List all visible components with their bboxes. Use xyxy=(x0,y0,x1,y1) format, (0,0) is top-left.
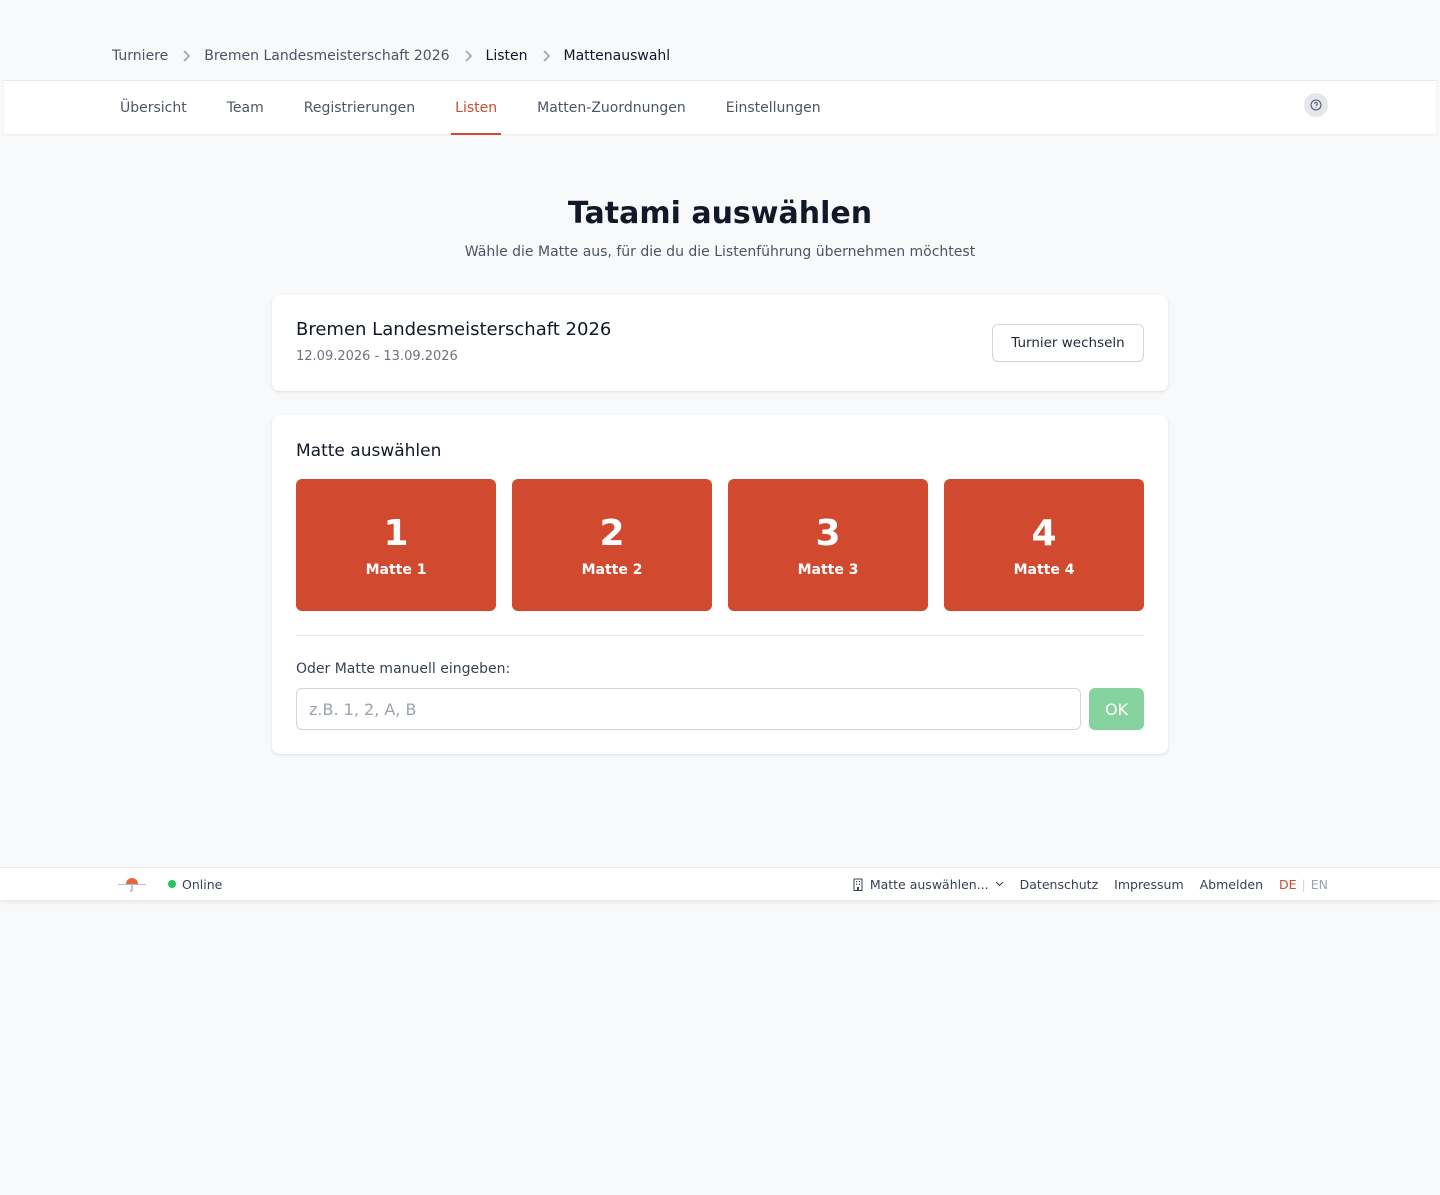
page-title: Tatami auswählen xyxy=(567,196,873,231)
tournament-card: Bremen Landesmeisterschaft 2026 12.09.20… xyxy=(272,295,1168,391)
building-icon xyxy=(852,878,864,891)
mat-number: 1 xyxy=(383,513,409,554)
footer-bar: Online Matte auswählen... Datenschutz Im… xyxy=(0,867,1440,900)
manual-mat-label: Oder Matte manuell eingeben: xyxy=(296,661,511,677)
breadcrumb-listen[interactable]: Listen xyxy=(486,48,528,64)
page-subtitle: Wähle die Matte aus, für die du die List… xyxy=(464,244,976,260)
mat-selection-card: Matte auswählen 1 Matte 1 2 Matte 2 3 Ma… xyxy=(272,415,1168,754)
tab-einstellungen[interactable]: Einstellungen xyxy=(722,81,825,135)
tab-team[interactable]: Team xyxy=(223,81,268,135)
footer-link-impressum[interactable]: Impressum xyxy=(1114,877,1183,892)
footer-mat-select[interactable]: Matte auswählen... xyxy=(852,877,1004,892)
question-circle-icon xyxy=(1310,99,1322,111)
mat-label: Matte 4 xyxy=(1013,562,1075,578)
mat-number: 3 xyxy=(815,513,841,554)
mat-label: Matte 1 xyxy=(365,562,427,578)
manual-mat-input[interactable] xyxy=(296,688,1081,730)
lang-en[interactable]: EN xyxy=(1311,877,1328,892)
lang-de[interactable]: DE xyxy=(1279,877,1297,892)
tab-matten-zuordnungen[interactable]: Matten-Zuordnungen xyxy=(533,81,690,135)
breadcrumb-current: Mattenauswahl xyxy=(563,48,671,64)
breadcrumb-turniere[interactable]: Turniere xyxy=(112,48,168,64)
footer-link-datenschutz[interactable]: Datenschutz xyxy=(1020,877,1099,892)
mat-number: 2 xyxy=(599,513,625,554)
app-logo-icon xyxy=(117,876,147,894)
tab-navigation: Übersicht Team Registrierungen Listen Ma… xyxy=(4,80,1436,135)
footer-mat-select-label: Matte auswählen... xyxy=(869,876,989,892)
tournament-dates: 12.09.2026 - 13.09.2026 xyxy=(296,349,458,364)
ok-button[interactable]: OK xyxy=(1089,688,1144,730)
chevron-right-icon xyxy=(182,50,191,62)
tab-uebersicht[interactable]: Übersicht xyxy=(116,81,191,135)
lang-separator: | xyxy=(1301,876,1306,892)
chevron-down-icon xyxy=(995,881,1004,887)
footer-link-abmelden[interactable]: Abmelden xyxy=(1200,877,1263,892)
mat-3-button[interactable]: 3 Matte 3 xyxy=(728,479,928,611)
connection-status: Online xyxy=(168,868,222,900)
breadcrumb-tournament[interactable]: Bremen Landesmeisterschaft 2026 xyxy=(204,48,449,64)
help-button[interactable] xyxy=(1304,93,1328,117)
mat-selection-title: Matte auswählen xyxy=(296,441,442,461)
language-switcher: DE | EN xyxy=(1279,877,1328,892)
tab-registrierungen[interactable]: Registrierungen xyxy=(300,81,419,135)
status-text: Online xyxy=(182,876,223,892)
tournament-name: Bremen Landesmeisterschaft 2026 xyxy=(296,319,612,340)
mat-label: Matte 2 xyxy=(581,562,643,578)
mat-1-button[interactable]: 1 Matte 1 xyxy=(296,479,496,611)
mat-grid: 1 Matte 1 2 Matte 2 3 Matte 3 4 Matte 4 xyxy=(296,479,1144,611)
chevron-right-icon xyxy=(464,50,472,62)
divider xyxy=(296,635,1144,636)
mat-label: Matte 3 xyxy=(797,562,859,578)
mat-2-button[interactable]: 2 Matte 2 xyxy=(512,479,712,611)
breadcrumb: Turniere Bremen Landesmeisterschaft 2026… xyxy=(112,46,670,66)
chevron-right-icon xyxy=(542,50,550,62)
switch-tournament-button[interactable]: Turnier wechseln xyxy=(992,324,1144,362)
status-dot-icon xyxy=(168,880,176,888)
mat-4-button[interactable]: 4 Matte 4 xyxy=(944,479,1144,611)
tab-listen[interactable]: Listen xyxy=(451,81,502,135)
mat-number: 4 xyxy=(1031,513,1057,554)
